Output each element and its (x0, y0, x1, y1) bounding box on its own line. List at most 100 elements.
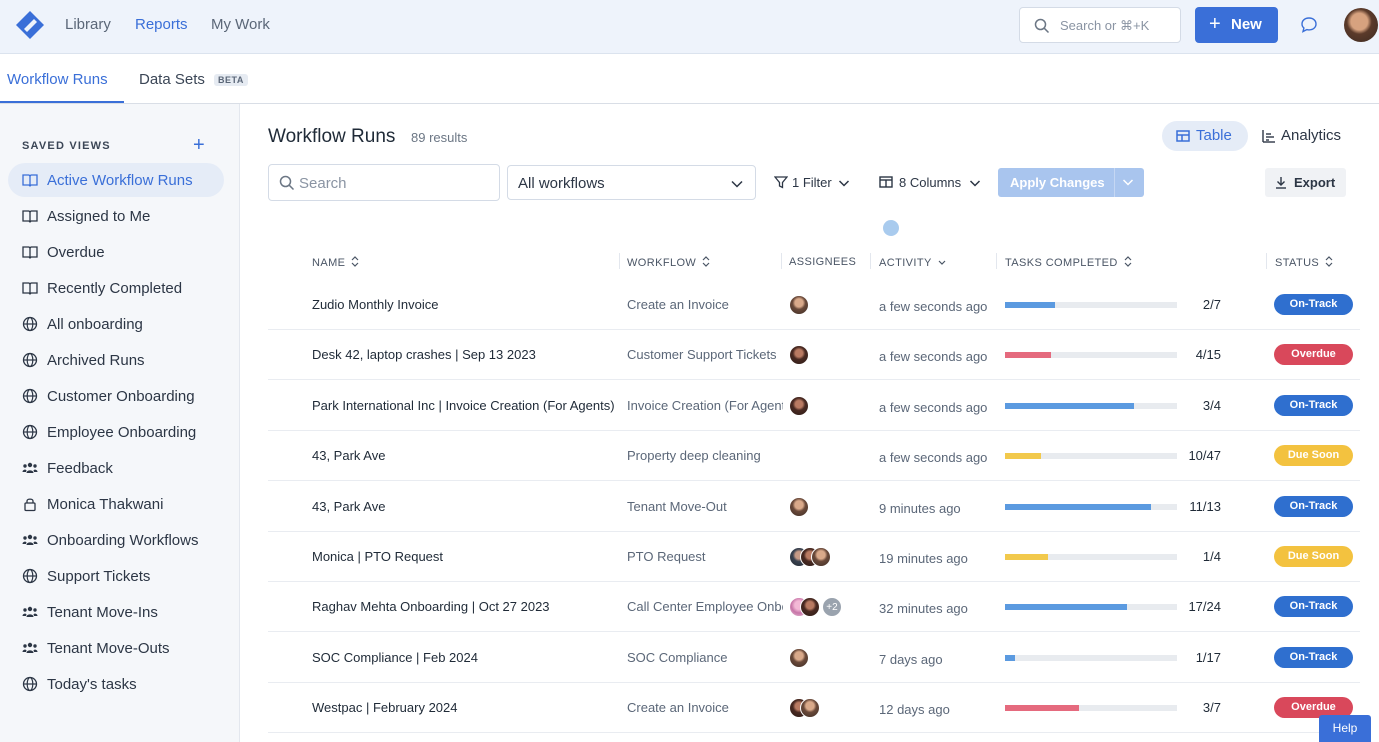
sidebar-item[interactable]: Tenant Move-Outs (8, 631, 224, 665)
tasks-progress-bar (1005, 352, 1177, 359)
sidebar-item-label: Support Tickets (47, 568, 151, 585)
run-name[interactable]: Westpac | February 2024 (312, 700, 620, 715)
sidebar-item[interactable]: Feedback (8, 451, 224, 485)
table-search-placeholder: Search (299, 175, 347, 192)
run-workflow[interactable]: SOC Compliance (627, 650, 783, 665)
sidebar-item[interactable]: Employee Onboarding (8, 415, 224, 449)
new-button[interactable]: + New (1195, 7, 1278, 43)
sidebar-item[interactable]: Recently Completed (8, 271, 224, 305)
run-workflow[interactable]: Tenant Move-Out (627, 499, 783, 514)
table-row[interactable]: Desk 42, laptop crashes | Sep 13 2023 Cus… (268, 330, 1360, 381)
nav-reports[interactable]: Reports (135, 16, 188, 33)
tab-data-sets[interactable]: Data Sets (139, 71, 205, 88)
column-header-status[interactable]: STATUS (1275, 256, 1333, 269)
column-header-name[interactable]: NAME (312, 256, 359, 269)
run-name[interactable]: Zudio Monthly Invoice (312, 297, 620, 312)
apply-changes-divider (1114, 168, 1115, 197)
status-badge: On-Track (1274, 495, 1353, 517)
lock-icon (24, 498, 36, 512)
nav-my-work[interactable]: My Work (211, 16, 270, 33)
column-divider[interactable] (996, 253, 997, 269)
sidebar-item[interactable]: Monica Thakwani (8, 487, 224, 521)
team-icon (22, 462, 38, 473)
run-workflow[interactable]: Customer Support Tickets (627, 347, 783, 362)
sidebar-item[interactable]: Tenant Move-Ins (8, 595, 224, 629)
table-row[interactable]: Westpac | February 2024 Create an Invoice… (268, 683, 1360, 734)
tasks-progress-fill (1005, 402, 1134, 409)
global-search-input[interactable]: Search or ⌘+K (1019, 7, 1181, 43)
sidebar-item[interactable]: Customer Onboarding (8, 379, 224, 413)
table-row[interactable]: Raghav Mehta Onboarding | Oct 27 2023 Cal… (268, 582, 1360, 633)
run-workflow[interactable]: Call Center Employee Onboarding (627, 599, 783, 614)
table-row[interactable]: SOC Compliance | Feb 2024 SOC Compliance 7… (268, 633, 1360, 683)
table-view-toggle[interactable]: Table (1162, 121, 1248, 151)
workflow-select[interactable]: All workflows (507, 165, 756, 200)
add-saved-view-button[interactable]: + (193, 134, 205, 157)
column-divider[interactable] (781, 253, 782, 269)
sidebar-item[interactable]: Support Tickets (8, 559, 224, 593)
table-row[interactable]: Monica | PTO Request PTO Request 19 minute… (268, 532, 1360, 582)
column-divider[interactable] (1266, 253, 1267, 269)
sort-desc-icon (938, 260, 946, 265)
column-header-activity[interactable]: ACTIVITY (879, 256, 946, 269)
app-logo-icon[interactable] (14, 9, 46, 41)
run-workflow[interactable]: PTO Request (627, 549, 783, 564)
column-divider[interactable] (870, 253, 871, 269)
export-button[interactable]: Export (1265, 168, 1346, 197)
table-row[interactable]: Zudio Monthly Invoice Create an Invoice a … (268, 280, 1360, 330)
chevron-down-icon[interactable] (1122, 176, 1134, 188)
chat-icon[interactable] (1300, 16, 1318, 34)
assignees-group[interactable] (789, 395, 869, 416)
tasks-count: 10/47 (1188, 448, 1221, 464)
column-divider[interactable] (619, 253, 620, 269)
tasks-progress-fill (1005, 604, 1128, 611)
run-workflow[interactable]: Create an Invoice (627, 297, 783, 312)
run-name[interactable]: 43, Park Ave (312, 448, 620, 463)
assignees-group[interactable] (789, 446, 869, 466)
user-avatar[interactable] (1344, 8, 1378, 42)
run-name[interactable]: Raghav Mehta Onboarding | Oct 27 2023 (312, 599, 620, 614)
sidebar-item[interactable]: Today's tasks (8, 667, 224, 701)
assignees-group[interactable] (789, 647, 869, 668)
sidebar-item[interactable]: Assigned to Me (8, 199, 224, 233)
run-workflow[interactable]: Create an Invoice (627, 700, 783, 715)
table-row[interactable]: Park International Inc | Invoice Creatio… (268, 381, 1360, 431)
tasks-count: 17/24 (1188, 599, 1221, 615)
table-search-input[interactable]: Search (268, 164, 500, 201)
table-row[interactable]: 43, Park Ave Property deep cleaning a few … (268, 431, 1360, 482)
assignees-group[interactable] (789, 496, 869, 517)
search-icon (279, 175, 295, 191)
run-workflow[interactable]: Invoice Creation (For Agents) (627, 398, 783, 413)
nav-library[interactable]: Library (65, 16, 111, 33)
team-icon (22, 606, 38, 617)
run-activity: 9 minutes ago (879, 500, 961, 516)
column-header-tasks-completed[interactable]: TASKS COMPLETED (1005, 256, 1132, 269)
sidebar-item[interactable]: Onboarding Workflows (8, 523, 224, 557)
sidebar-item[interactable]: All onboarding (8, 307, 224, 341)
assignees-group[interactable] (789, 547, 869, 567)
run-name[interactable]: SOC Compliance | Feb 2024 (312, 650, 620, 665)
help-button[interactable]: Help (1319, 715, 1371, 742)
sidebar-item[interactable]: Archived Runs (8, 343, 224, 377)
column-header-workflow[interactable]: WORKFLOW (627, 256, 710, 269)
table-view-label: Table (1196, 127, 1232, 144)
sidebar-item[interactable]: Active Workflow Runs (8, 163, 224, 197)
run-name[interactable]: Monica | PTO Request (312, 549, 620, 564)
run-name[interactable]: 43, Park Ave (312, 499, 620, 514)
tasks-progress-fill (1005, 453, 1042, 460)
assignees-group[interactable] (789, 698, 869, 719)
assignees-group[interactable]: +2 (789, 597, 869, 618)
assignees-group[interactable] (789, 345, 869, 366)
sort-icon (351, 256, 359, 267)
run-name[interactable]: Park International Inc | Invoice Creatio… (312, 398, 620, 413)
assignees-group[interactable] (789, 295, 869, 315)
apply-changes-button[interactable]: Apply Changes (998, 168, 1144, 197)
globe-icon (22, 316, 38, 332)
table-row[interactable]: 43, Park Ave Tenant Move-Out 9 minutes ago… (268, 482, 1360, 532)
run-workflow[interactable]: Property deep cleaning (627, 448, 783, 463)
tab-workflow-runs[interactable]: Workflow Runs (7, 71, 108, 88)
run-name[interactable]: Desk 42, laptop crashes | Sep 13 2023 (312, 347, 620, 362)
assignee-avatar (800, 597, 820, 618)
sidebar-item-label: Today's tasks (47, 676, 137, 693)
sidebar-item[interactable]: Overdue (8, 235, 224, 269)
